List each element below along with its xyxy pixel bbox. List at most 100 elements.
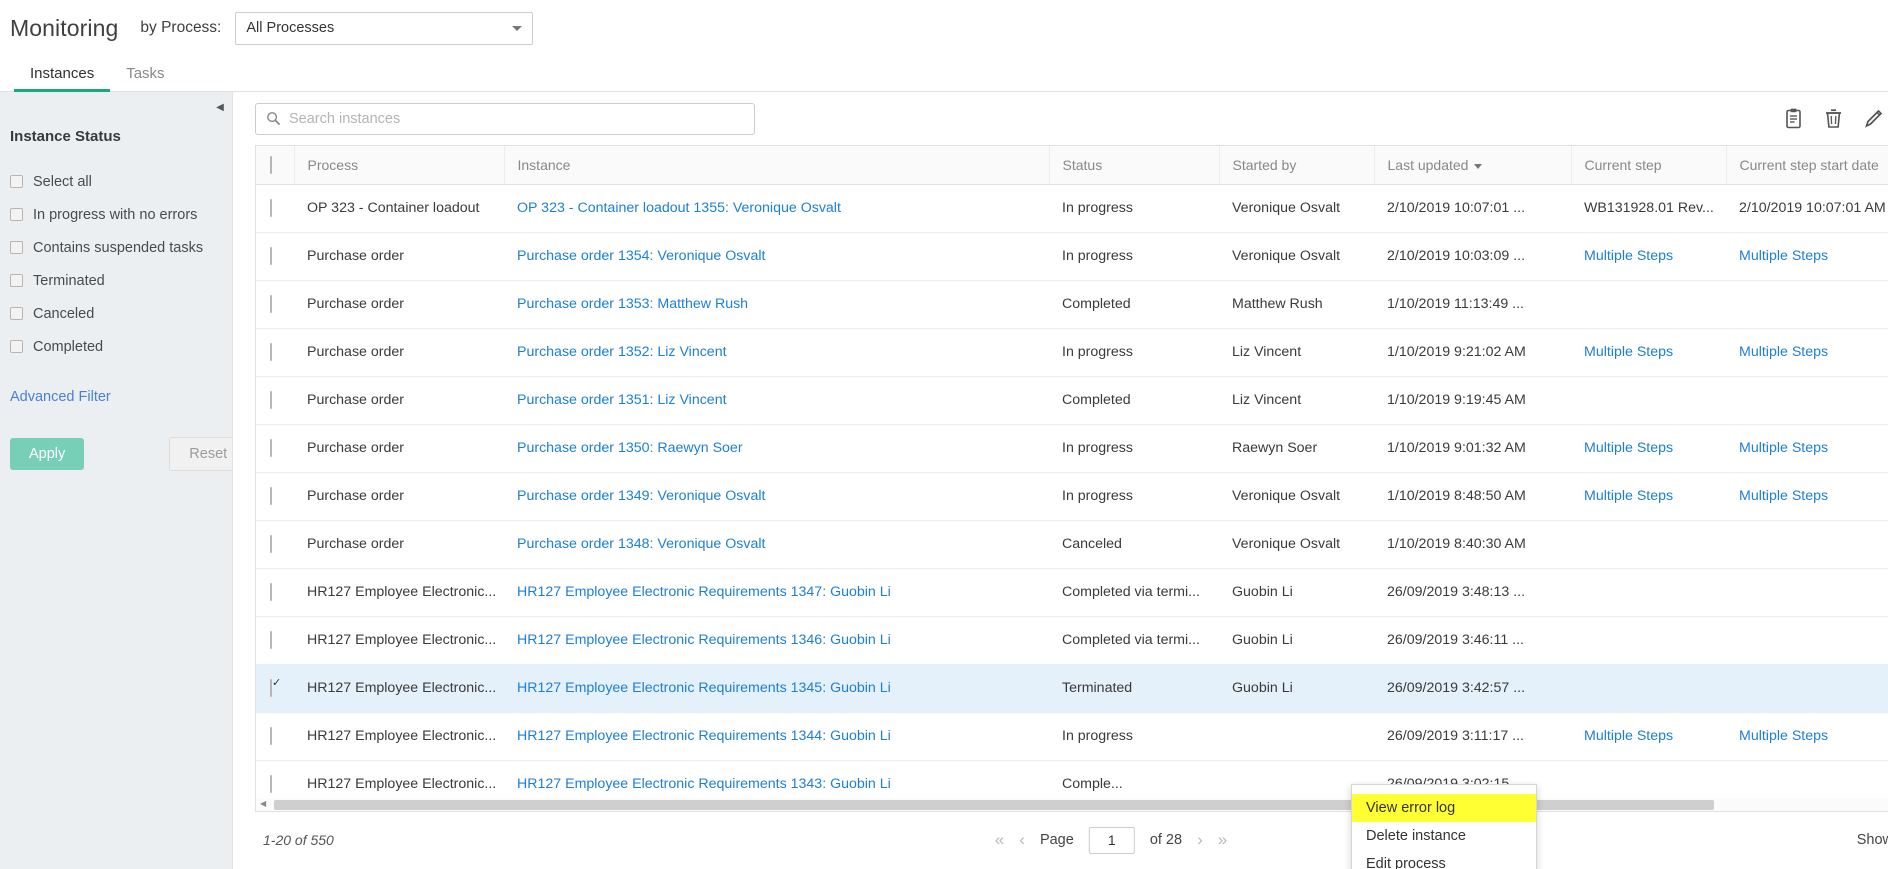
table-row[interactable]: Purchase orderPurchase order 1348: Veron… bbox=[256, 520, 1888, 568]
filter-terminated[interactable]: Terminated bbox=[0, 264, 232, 297]
filter-select-all[interactable]: Select all bbox=[0, 165, 232, 198]
row-checkbox-cell[interactable] bbox=[256, 760, 294, 798]
search-input[interactable] bbox=[289, 111, 744, 127]
cell-instance-link[interactable]: HR127 Employee Electronic Requirements 1… bbox=[504, 712, 1049, 760]
cell-current-step[interactable]: Multiple Steps bbox=[1571, 232, 1726, 280]
advanced-filter-link[interactable]: Advanced Filter bbox=[10, 389, 232, 405]
cell-instance-link[interactable]: Purchase order 1350: Raewyn Soer bbox=[504, 424, 1049, 472]
checkbox-icon[interactable] bbox=[10, 175, 23, 188]
clipboard-icon[interactable] bbox=[1784, 108, 1803, 129]
process-filter-select[interactable]: All Processes bbox=[235, 12, 533, 45]
col-status[interactable]: Status bbox=[1049, 146, 1219, 184]
row-checkbox-cell[interactable] bbox=[256, 520, 294, 568]
context-menu-item-delete-instance[interactable]: Delete instance bbox=[1352, 822, 1536, 850]
checkbox-icon[interactable] bbox=[270, 775, 272, 793]
next-page-button[interactable]: › bbox=[1197, 830, 1203, 850]
row-checkbox-cell[interactable] bbox=[256, 184, 294, 232]
cell-instance-link[interactable]: HR127 Employee Electronic Requirements 1… bbox=[504, 568, 1049, 616]
tab-tasks[interactable]: Tasks bbox=[110, 65, 180, 91]
row-checkbox-cell[interactable] bbox=[256, 712, 294, 760]
cell-instance-link[interactable]: Purchase order 1352: Liz Vincent bbox=[504, 328, 1049, 376]
table-row[interactable]: HR127 Employee Electronic...HR127 Employ… bbox=[256, 664, 1888, 712]
pencil-icon[interactable] bbox=[1864, 108, 1884, 129]
checkbox-icon[interactable] bbox=[10, 307, 23, 320]
checkbox-icon[interactable] bbox=[270, 679, 272, 697]
cell-instance-link[interactable]: OP 323 - Container loadout 1355: Veroniq… bbox=[504, 184, 1049, 232]
col-started-by[interactable]: Started by bbox=[1219, 146, 1374, 184]
cell-current-step[interactable]: Multiple Steps bbox=[1571, 424, 1726, 472]
row-checkbox-cell[interactable] bbox=[256, 280, 294, 328]
checkbox-icon[interactable] bbox=[10, 340, 23, 353]
checkbox-icon[interactable] bbox=[270, 199, 272, 217]
checkbox-icon[interactable] bbox=[270, 583, 272, 601]
row-checkbox-cell[interactable] bbox=[256, 472, 294, 520]
table-row[interactable]: HR127 Employee Electronic...HR127 Employ… bbox=[256, 712, 1888, 760]
cell-current-step-start-date[interactable]: Multiple Steps bbox=[1726, 424, 1888, 472]
row-checkbox-cell[interactable] bbox=[256, 568, 294, 616]
checkbox-icon[interactable] bbox=[270, 535, 272, 553]
checkbox-icon[interactable] bbox=[270, 156, 272, 174]
cell-instance-link[interactable]: Purchase order 1349: Veronique Osvalt bbox=[504, 472, 1049, 520]
col-current-step-start-date[interactable]: Current step start date bbox=[1726, 146, 1888, 184]
row-checkbox-cell[interactable] bbox=[256, 232, 294, 280]
filter-canceled[interactable]: Canceled bbox=[0, 297, 232, 330]
page-number-input[interactable] bbox=[1089, 827, 1135, 854]
row-checkbox-cell[interactable] bbox=[256, 376, 294, 424]
table-row[interactable]: Purchase orderPurchase order 1349: Veron… bbox=[256, 472, 1888, 520]
cell-current-step[interactable]: Multiple Steps bbox=[1571, 472, 1726, 520]
table-row[interactable]: Purchase orderPurchase order 1352: Liz V… bbox=[256, 328, 1888, 376]
col-instance[interactable]: Instance bbox=[504, 146, 1049, 184]
row-checkbox-cell[interactable] bbox=[256, 664, 294, 712]
table-row[interactable]: HR127 Employee Electronic...HR127 Employ… bbox=[256, 760, 1888, 798]
trash-icon[interactable] bbox=[1824, 108, 1843, 129]
sidebar-collapse-icon[interactable]: ◀ bbox=[213, 98, 227, 116]
checkbox-icon[interactable] bbox=[10, 274, 23, 287]
table-row[interactable]: Purchase orderPurchase order 1353: Matth… bbox=[256, 280, 1888, 328]
table-row[interactable]: OP 323 - Container loadoutOP 323 - Conta… bbox=[256, 184, 1888, 232]
scroll-left-icon[interactable]: ◀ bbox=[260, 799, 266, 808]
checkbox-icon[interactable] bbox=[270, 295, 272, 313]
checkbox-icon[interactable] bbox=[270, 343, 272, 361]
row-checkbox-cell[interactable] bbox=[256, 328, 294, 376]
row-checkbox-cell[interactable] bbox=[256, 616, 294, 664]
cell-instance-link[interactable]: HR127 Employee Electronic Requirements 1… bbox=[504, 760, 1049, 798]
tab-instances[interactable]: Instances bbox=[14, 65, 110, 91]
checkbox-icon[interactable] bbox=[270, 631, 272, 649]
col-last-updated[interactable]: Last updated bbox=[1374, 146, 1571, 184]
context-menu-item-edit-process[interactable]: Edit process bbox=[1352, 850, 1536, 869]
checkbox-icon[interactable] bbox=[270, 727, 272, 745]
checkbox-icon[interactable] bbox=[270, 247, 272, 265]
cell-instance-link[interactable]: HR127 Employee Electronic Requirements 1… bbox=[504, 664, 1049, 712]
filter-in-progress-no-errors[interactable]: In progress with no errors bbox=[0, 198, 232, 231]
table-row[interactable]: HR127 Employee Electronic...HR127 Employ… bbox=[256, 616, 1888, 664]
filter-contains-suspended-tasks[interactable]: Contains suspended tasks bbox=[0, 231, 232, 264]
cell-current-step-start-date[interactable]: Multiple Steps bbox=[1726, 328, 1888, 376]
cell-instance-link[interactable]: Purchase order 1354: Veronique Osvalt bbox=[504, 232, 1049, 280]
checkbox-icon[interactable] bbox=[270, 439, 272, 457]
filter-completed[interactable]: Completed bbox=[0, 330, 232, 363]
cell-current-step[interactable]: Multiple Steps bbox=[1571, 328, 1726, 376]
cell-current-step-start-date[interactable]: Multiple Steps bbox=[1726, 232, 1888, 280]
table-row[interactable]: Purchase orderPurchase order 1351: Liz V… bbox=[256, 376, 1888, 424]
apply-button[interactable]: Apply bbox=[10, 438, 84, 470]
first-page-button[interactable]: « bbox=[995, 830, 1004, 850]
checkbox-icon[interactable] bbox=[270, 487, 272, 505]
cell-current-step-start-date[interactable]: Multiple Steps bbox=[1726, 472, 1888, 520]
col-process[interactable]: Process bbox=[294, 146, 504, 184]
context-menu-item-view-error-log[interactable]: View error log bbox=[1352, 794, 1536, 822]
cell-current-step[interactable]: Multiple Steps bbox=[1571, 712, 1726, 760]
col-current-step[interactable]: Current step bbox=[1571, 146, 1726, 184]
checkbox-icon[interactable] bbox=[270, 391, 272, 409]
cell-instance-link[interactable]: Purchase order 1353: Matthew Rush bbox=[504, 280, 1049, 328]
cell-instance-link[interactable]: Purchase order 1351: Liz Vincent bbox=[504, 376, 1049, 424]
cell-instance-link[interactable]: Purchase order 1348: Veronique Osvalt bbox=[504, 520, 1049, 568]
checkbox-icon[interactable] bbox=[10, 241, 23, 254]
checkbox-icon[interactable] bbox=[10, 208, 23, 221]
table-row[interactable]: Purchase orderPurchase order 1354: Veron… bbox=[256, 232, 1888, 280]
prev-page-button[interactable]: ‹ bbox=[1019, 830, 1025, 850]
table-row[interactable]: Purchase orderPurchase order 1350: Raewy… bbox=[256, 424, 1888, 472]
cell-current-step-start-date[interactable]: Multiple Steps bbox=[1726, 712, 1888, 760]
last-page-button[interactable]: » bbox=[1218, 830, 1227, 850]
table-row[interactable]: HR127 Employee Electronic...HR127 Employ… bbox=[256, 568, 1888, 616]
search-instances-box[interactable] bbox=[255, 103, 755, 135]
